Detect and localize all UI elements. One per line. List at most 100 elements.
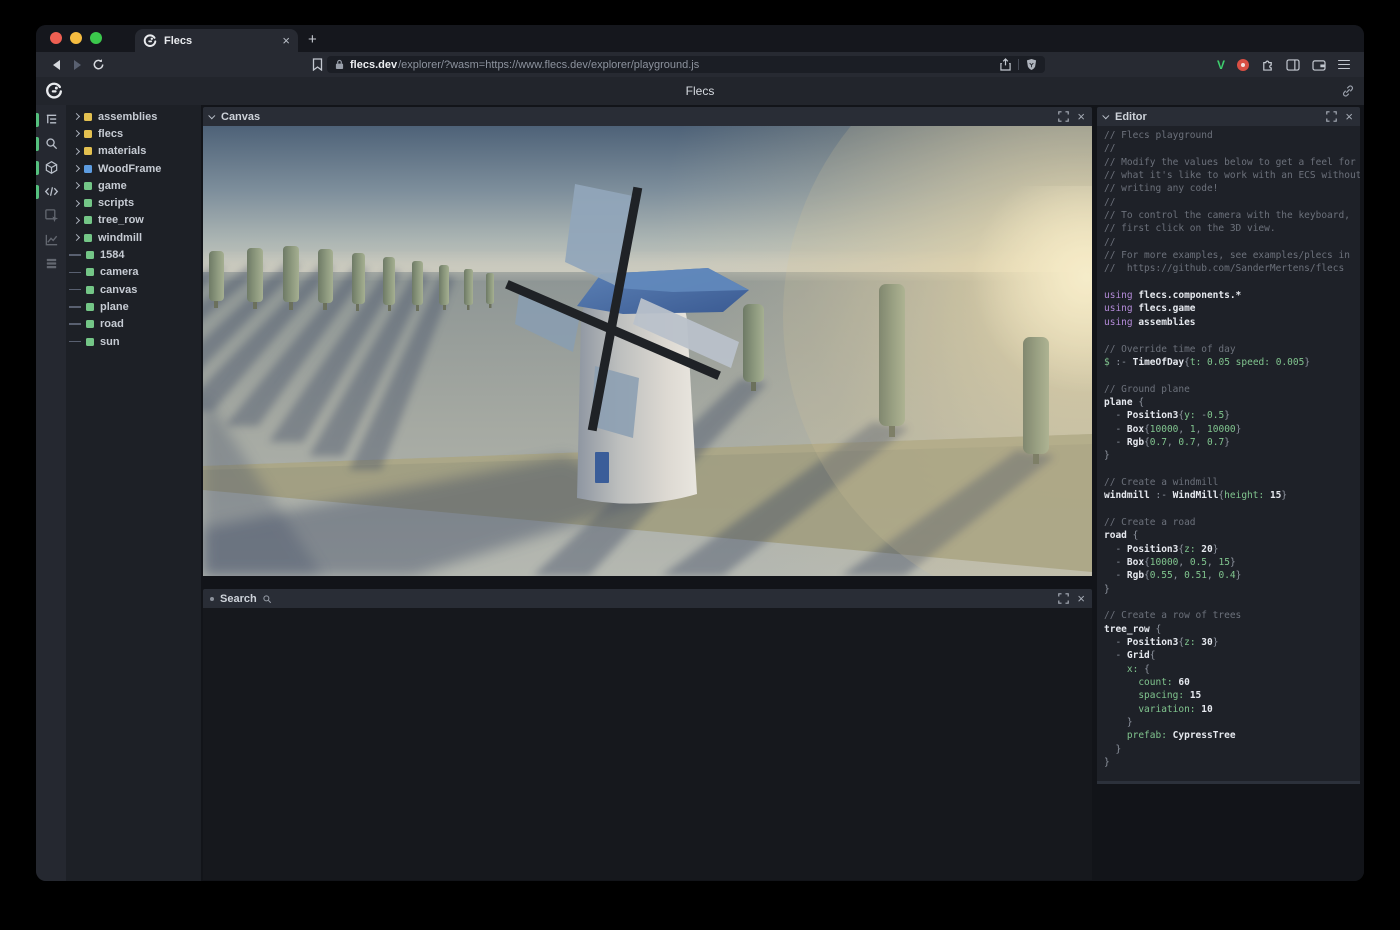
entity-color-icon (84, 216, 92, 224)
zoom-window-button[interactable] (90, 32, 102, 44)
entity-color-icon (86, 286, 94, 294)
search-magnifier-icon (262, 594, 272, 604)
tree-item-label: materials (98, 145, 146, 157)
sidebar-item-commands[interactable] (36, 256, 66, 273)
fullscreen-icon[interactable] (1326, 111, 1337, 122)
editor-panel: Editor × // Flecs playground//// Modify … (1097, 107, 1360, 784)
tree-item[interactable]: WoodFrame (66, 160, 201, 177)
expand-arrow-icon[interactable] (73, 217, 80, 224)
lock-icon (335, 59, 344, 70)
entity-color-icon (86, 338, 94, 346)
editor-resize-handle[interactable] (1097, 781, 1360, 784)
code-line (1104, 369, 1360, 382)
tree-item[interactable]: plane (66, 298, 201, 315)
extensions-puzzle-icon[interactable] (1261, 58, 1274, 71)
expand-arrow-icon[interactable] (73, 130, 80, 137)
sidebar-item-stats[interactable] (36, 232, 66, 249)
close-panel-icon[interactable]: × (1077, 592, 1085, 605)
sidebar-item-inspect[interactable] (36, 208, 66, 225)
canvas-3d-view[interactable] (203, 126, 1092, 576)
code-line: } (1104, 716, 1360, 729)
expand-arrow-icon[interactable] (73, 165, 80, 172)
close-panel-icon[interactable]: × (1345, 110, 1353, 123)
sidebar-item-code[interactable] (36, 184, 66, 201)
code-line: spacing: 15 (1104, 689, 1360, 702)
editor-panel-header: Editor × (1097, 107, 1360, 126)
tree-item-label: game (98, 180, 127, 192)
search-results-area[interactable] (203, 608, 1092, 880)
code-line: // first click on the 3D view. (1104, 222, 1360, 235)
panel-title: Canvas (221, 111, 260, 123)
forward-button[interactable] (67, 60, 88, 70)
entity-color-icon (84, 147, 92, 155)
sidebar-item-search[interactable] (36, 136, 66, 153)
extension-red-icon[interactable] (1237, 59, 1249, 71)
brave-shield-icon[interactable] (1026, 58, 1037, 71)
side-panel-icon[interactable] (1286, 59, 1300, 71)
tree-item-label: camera (100, 266, 139, 278)
minimize-window-button[interactable] (70, 32, 82, 44)
browser-tab[interactable]: Flecs × (135, 29, 298, 52)
tree-item[interactable]: game (66, 177, 201, 194)
code-line: using flecs.game (1104, 302, 1360, 315)
tree-item[interactable]: windmill (66, 229, 201, 246)
browser-window: Flecs × + flecs.dev /explorer/?wasm=http… (36, 25, 1364, 881)
code-line: // Ground plane (1104, 383, 1360, 396)
code-line: // (1104, 142, 1360, 155)
tree-item[interactable]: tree_row (66, 212, 201, 229)
share-link-icon[interactable] (1341, 84, 1355, 98)
close-panel-icon[interactable]: × (1077, 110, 1085, 123)
editor-code[interactable]: // Flecs playground//// Modify the value… (1097, 126, 1360, 781)
fullscreen-icon[interactable] (1058, 593, 1069, 604)
code-line: $ :- TimeOfDay{t: 0.05 speed: 0.005} (1104, 356, 1360, 369)
code-icon (44, 184, 59, 199)
new-tab-button[interactable]: + (308, 31, 317, 48)
sidebar-item-entity-tree[interactable] (36, 112, 66, 129)
code-line: - Rgb{0.7, 0.7, 0.7} (1104, 436, 1360, 449)
tree-item[interactable]: canvas (66, 281, 201, 298)
tree-item[interactable]: sun (66, 333, 201, 350)
tree-item[interactable]: flecs (66, 125, 201, 142)
code-line: count: 60 (1104, 676, 1360, 689)
tree-item[interactable]: camera (66, 264, 201, 281)
sidebar-item-canvas[interactable] (36, 160, 66, 177)
tree-item[interactable]: materials (66, 143, 201, 160)
flecs-app: Flecs (36, 77, 1364, 881)
code-line: // (1104, 236, 1360, 249)
tree-item[interactable]: scripts (66, 194, 201, 211)
code-line: // Create a road (1104, 516, 1360, 529)
back-button[interactable] (46, 60, 67, 70)
canvas-panel: Canvas × (203, 107, 1092, 576)
expand-arrow-icon[interactable] (73, 234, 80, 241)
collapse-chevron-icon[interactable] (208, 112, 215, 119)
tree-item[interactable]: road (66, 316, 201, 333)
tab-close-icon[interactable]: × (282, 34, 290, 47)
reload-button[interactable] (88, 58, 109, 71)
entity-color-icon (86, 251, 94, 259)
inspect-cursor-icon (44, 208, 59, 223)
collapse-chevron-icon[interactable] (1102, 112, 1109, 119)
window-controls (50, 32, 102, 44)
expand-arrow-icon[interactable] (73, 148, 80, 155)
code-line: plane { (1104, 396, 1360, 409)
tree-item-label: tree_row (98, 214, 144, 226)
url-bar[interactable]: flecs.dev /explorer/?wasm=https://www.fl… (327, 56, 1045, 73)
share-icon[interactable] (1000, 58, 1011, 71)
menu-icon[interactable] (1338, 60, 1350, 70)
entity-color-icon (86, 268, 94, 276)
panel-dot-icon[interactable] (210, 597, 214, 601)
expand-arrow-icon[interactable] (73, 113, 80, 120)
fullscreen-icon[interactable] (1058, 111, 1069, 122)
bookmark-button[interactable] (307, 58, 327, 71)
tree-item-label: road (100, 318, 124, 330)
wallet-icon[interactable] (1312, 59, 1326, 71)
tree-item[interactable]: assemblies (66, 108, 201, 125)
expand-arrow-icon[interactable] (73, 200, 80, 207)
tree-item[interactable]: 1584 (66, 246, 201, 263)
extension-v-icon[interactable]: V (1217, 58, 1225, 72)
expand-arrow-icon[interactable] (73, 182, 80, 189)
entity-color-icon (84, 182, 92, 190)
search-panel: Search × (203, 589, 1092, 880)
close-window-button[interactable] (50, 32, 62, 44)
entity-tree: assembliesflecs materials WoodFrame game scr… (66, 105, 201, 881)
